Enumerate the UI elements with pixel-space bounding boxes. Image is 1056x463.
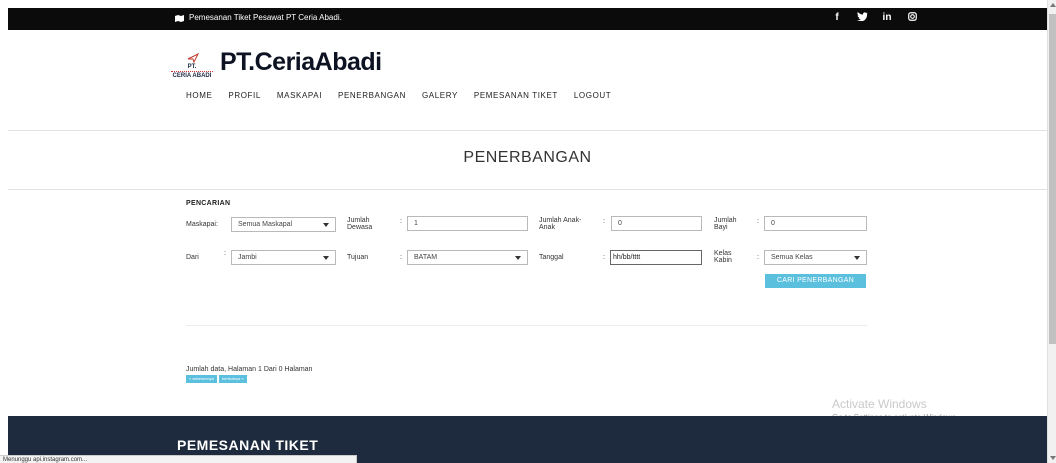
topbar-title: Pemesanan Tiket Pesawat PT Ceria Abadi. (189, 13, 342, 22)
plane-logo-icon (187, 53, 199, 63)
kelas-value: Semua Kelas (771, 254, 813, 261)
scroll-down-icon[interactable] (1050, 456, 1056, 460)
logo-pt-text: PT. (187, 64, 197, 70)
title-divider (8, 189, 1047, 190)
scrollbar-thumb[interactable] (1049, 14, 1056, 344)
maskapai-label: Maskapai: (186, 221, 218, 228)
page-title: PENERBANGAN (463, 149, 592, 166)
anak-label: Jumlah Anak- Anak (539, 217, 582, 231)
dari-colon: : (224, 250, 226, 257)
maskapai-value: Semua Maskapal (238, 221, 293, 228)
chevron-down-icon (854, 256, 860, 260)
map-icon (175, 15, 184, 22)
watermark-title: Activate Windows (832, 397, 927, 411)
results-summary: Jumlah data, Halaman 1 Dari 0 Halaman (186, 366, 313, 373)
facebook-icon[interactable]: f (831, 12, 843, 24)
chevron-down-icon (323, 223, 329, 227)
twitter-icon[interactable] (856, 12, 868, 24)
tanggal-input[interactable]: hh/bb/tttt (610, 250, 702, 265)
top-bar: Pemesanan Tiket Pesawat PT Ceria Abadi. … (8, 8, 1047, 30)
chevron-down-icon (323, 256, 329, 260)
site-header: PT. CERIA ABADI PT.CeriaAbadi HOME PROFI… (8, 30, 1047, 130)
nav-pemesanan-tiket[interactable]: PEMESANAN TIKET (474, 91, 558, 100)
browser-status-bar: Menunggu api.instagram.com... (0, 455, 357, 463)
dewasa-label: Jumlah Dewasa (347, 217, 373, 231)
anak-colon: : (603, 218, 605, 225)
scroll-up-icon[interactable] (1050, 3, 1056, 7)
kelas-label: Kelas Kabin (714, 250, 732, 264)
prev-page-button[interactable]: « sebelumnya (186, 375, 217, 383)
chevron-down-icon (515, 256, 521, 260)
dewasa-colon: : (400, 218, 402, 225)
bayi-input[interactable]: 0 (764, 216, 867, 231)
nav-home[interactable]: HOME (186, 91, 212, 100)
tujuan-colon: : (400, 254, 402, 261)
search-flights-button[interactable]: CARI PENERBANGAN (765, 274, 866, 288)
dari-value: Jambi (238, 254, 257, 261)
tujuan-label: Tujuan (347, 254, 369, 261)
pagination: « sebelumnya berikutnya » (186, 375, 247, 383)
nav-galery[interactable]: GALERY (422, 91, 458, 100)
linkedin-icon[interactable]: in (881, 12, 893, 24)
logo[interactable]: PT. CERIA ABADI (171, 53, 213, 81)
footer-title-line1: PEMESANAN TIKET (177, 437, 319, 453)
main-nav: HOME PROFIL MASKAPAI PENERBANGAN GALERY … (186, 91, 627, 100)
dari-select[interactable]: Jambi (231, 250, 336, 265)
tujuan-select[interactable]: BATAM (407, 250, 528, 265)
nav-logout[interactable]: LOGOUT (574, 91, 611, 100)
dari-label: Dari (186, 254, 199, 261)
results-divider (186, 325, 867, 326)
nav-maskapai[interactable]: MASKAPAI (277, 91, 322, 100)
tanggal-label: Tanggal (539, 254, 564, 261)
dewasa-input[interactable]: 1 (407, 216, 528, 231)
kelas-colon: : (757, 254, 759, 261)
next-page-button[interactable]: berikutnya » (218, 375, 247, 383)
bayi-label: Jumlah Bayi (714, 217, 737, 231)
maskapai-select[interactable]: Semua Maskapal (231, 217, 336, 232)
brand-title[interactable]: PT.CeriaAbadi (220, 48, 382, 77)
social-links: f in (831, 12, 918, 24)
anak-input[interactable]: 0 (611, 216, 702, 231)
header-divider (8, 130, 1047, 131)
tanggal-colon: : (603, 254, 605, 261)
instagram-icon[interactable] (906, 12, 918, 24)
nav-profil[interactable]: PROFIL (228, 91, 261, 100)
logo-name-text: CERIA ABADI (171, 71, 213, 79)
tujuan-value: BATAM (414, 254, 438, 261)
page-scrollbar[interactable] (1047, 0, 1056, 463)
kelas-select[interactable]: Semua Kelas (764, 250, 867, 265)
search-section-label: PENCARIAN (186, 200, 231, 207)
nav-penerbangan[interactable]: PENERBANGAN (338, 91, 406, 100)
bayi-colon: : (757, 218, 759, 225)
